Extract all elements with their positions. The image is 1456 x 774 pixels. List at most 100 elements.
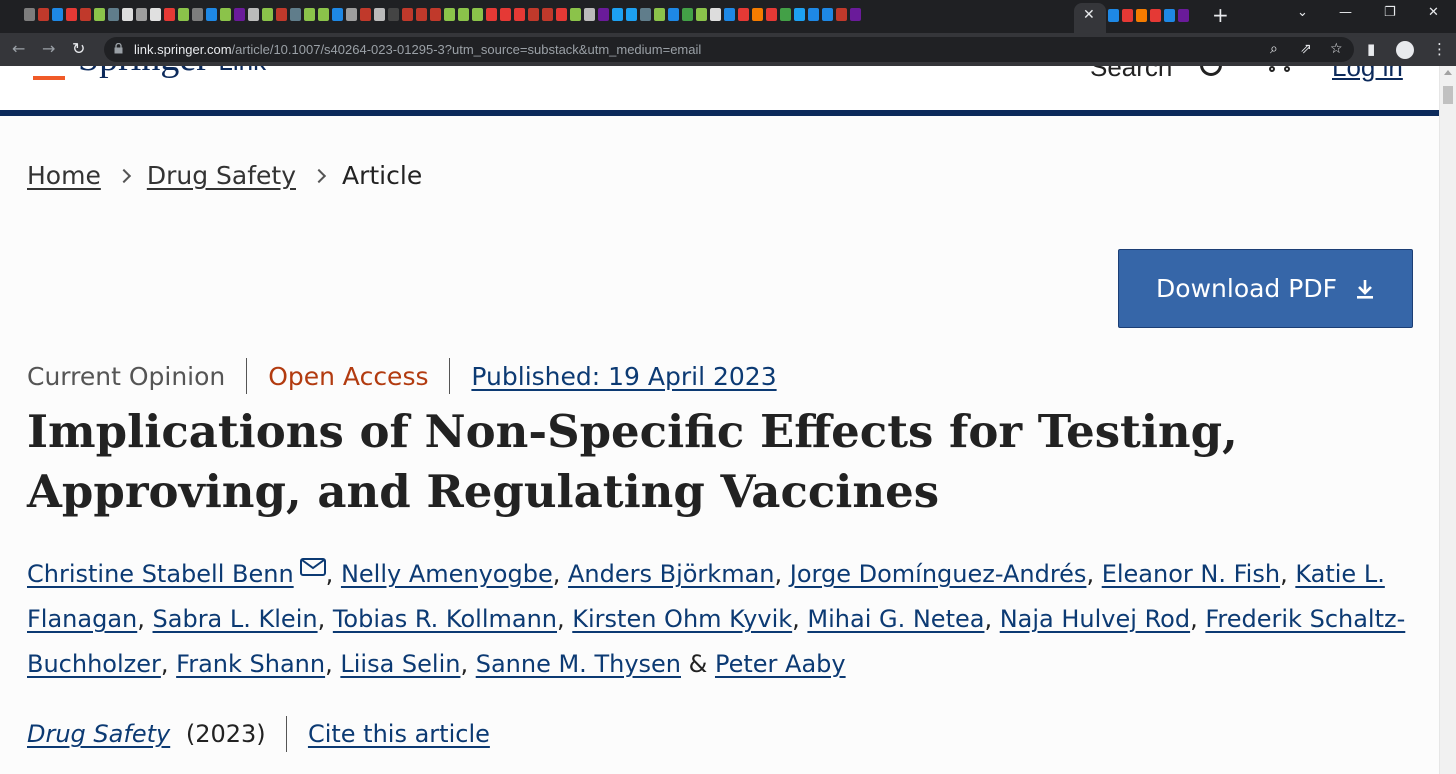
tab-favicon-icon[interactable] (374, 8, 385, 21)
tab-favicon-icon[interactable] (360, 8, 371, 21)
tab-favicon-icon[interactable] (136, 8, 147, 21)
scroll-thumb[interactable] (1443, 86, 1453, 104)
author-link[interactable]: Frank Shann (176, 650, 325, 678)
tab-favicon-icon[interactable] (500, 8, 511, 21)
published-date-link[interactable]: Published: 19 April 2023 (471, 362, 776, 391)
tab-favicon-icon[interactable] (514, 8, 525, 21)
tab-favicon-icon[interactable] (1136, 9, 1147, 22)
login-link[interactable]: Log in (1332, 66, 1403, 83)
tab-favicon-icon[interactable] (80, 8, 91, 21)
tab-favicon-icon[interactable] (24, 8, 35, 21)
tab-favicon-icon[interactable] (1122, 9, 1133, 22)
tab-favicon-icon[interactable] (276, 8, 287, 21)
tab-favicon-icon[interactable] (1164, 9, 1175, 22)
tab-favicon-icon[interactable] (654, 8, 665, 21)
tab-favicon-icon[interactable] (52, 8, 63, 21)
tab-favicon-icon[interactable] (626, 8, 637, 21)
url-text[interactable]: link.springer.com/article/10.1007/s40264… (134, 42, 701, 57)
tab-favicon-icon[interactable] (738, 8, 749, 21)
tab-favicon-icon[interactable] (108, 8, 119, 21)
reload-icon[interactable]: ↻ (72, 39, 85, 58)
tab-favicon-icon[interactable] (192, 8, 203, 21)
tab-favicon-icon[interactable] (318, 8, 329, 21)
author-link[interactable]: Sabra L. Klein (153, 605, 318, 633)
tab-favicon-icon[interactable] (710, 8, 721, 21)
tab-favicon-icon[interactable] (766, 8, 777, 21)
cite-article-link[interactable]: Cite this article (308, 720, 490, 748)
tab-favicon-icon[interactable] (164, 8, 175, 21)
tab-favicon-icon[interactable] (220, 8, 231, 21)
zoom-icon[interactable]: ⌕ (1270, 41, 1278, 57)
tab-favicon-icon[interactable] (836, 8, 847, 21)
tab-favicon-icon[interactable] (486, 8, 497, 21)
author-link[interactable]: Mihai G. Netea (807, 605, 984, 633)
tab-favicon-icon[interactable] (234, 8, 245, 21)
bookmark-star-icon[interactable]: ☆ (1330, 41, 1343, 57)
author-link[interactable]: Sanne M. Thysen (476, 650, 681, 678)
breadcrumb-journal[interactable]: Drug Safety (147, 161, 296, 190)
author-link[interactable]: Anders Björkman (568, 560, 775, 588)
tab-favicon-icon[interactable] (584, 8, 595, 21)
tab-favicon-icon[interactable] (612, 8, 623, 21)
author-link[interactable]: Liisa Selin (340, 650, 460, 678)
tab-favicon-icon[interactable] (682, 8, 693, 21)
share-icon[interactable]: ⇗ (1300, 41, 1312, 57)
tab-favicon-icon[interactable] (724, 8, 735, 21)
tab-favicon-icon[interactable] (304, 8, 315, 21)
tab-favicon-icon[interactable] (640, 8, 651, 21)
minimize-icon[interactable]: — (1339, 5, 1352, 20)
breadcrumb-home[interactable]: Home (27, 161, 101, 190)
profile-avatar[interactable] (1396, 41, 1414, 59)
author-link[interactable]: Christine Stabell Benn (27, 560, 294, 588)
tab-favicon-icon[interactable] (150, 8, 161, 21)
tab-favicon-icon[interactable] (346, 8, 357, 21)
forward-icon[interactable]: → (42, 39, 55, 58)
tab-favicon-icon[interactable] (178, 8, 189, 21)
cart-icon[interactable] (1269, 66, 1275, 72)
author-link[interactable]: Kirsten Ohm Kyvik (572, 605, 792, 633)
tab-favicon-icon[interactable] (402, 8, 413, 21)
tab-favicon-icon[interactable] (206, 8, 217, 21)
tab-favicon-icon[interactable] (598, 8, 609, 21)
author-link[interactable]: Peter Aaby (715, 650, 846, 678)
tab-favicon-icon[interactable] (416, 8, 427, 21)
email-icon[interactable] (299, 558, 326, 576)
header-search-link[interactable]: Search (1090, 66, 1172, 83)
tab-favicon-icon[interactable] (94, 8, 105, 21)
tab-favicon-icon[interactable] (1150, 9, 1161, 22)
new-tab-button[interactable]: + (1212, 3, 1229, 27)
tab-favicon-icon[interactable] (570, 8, 581, 21)
tab-search-icon[interactable]: ⌄ (1297, 5, 1308, 20)
scroll-up-arrow-icon[interactable] (1444, 70, 1452, 75)
tab-favicon-icon[interactable] (122, 8, 133, 21)
tab-favicon-icon[interactable] (458, 8, 469, 21)
tab-favicon-icon[interactable] (332, 8, 343, 21)
tab-favicon-icon[interactable] (822, 8, 833, 21)
tab-favicon-icon[interactable] (542, 8, 553, 21)
tab-favicon-icon[interactable] (290, 8, 301, 21)
hamburger-menu-icon[interactable] (33, 76, 65, 80)
tab-favicon-icon[interactable] (444, 8, 455, 21)
tab-favicon-icon[interactable] (528, 8, 539, 21)
tab-close-icon[interactable]: ✕ (1083, 7, 1095, 23)
tab-favicon-icon[interactable] (780, 8, 791, 21)
tab-favicon-icon[interactable] (850, 8, 861, 21)
author-link[interactable]: Jorge Domínguez-Andrés (790, 560, 1087, 588)
tab-favicon-icon[interactable] (668, 8, 679, 21)
tab-favicon-icon[interactable] (1108, 9, 1119, 22)
tab-favicon-icon[interactable] (248, 8, 259, 21)
side-panel-icon[interactable]: ▮ (1367, 40, 1375, 58)
author-link[interactable]: Eleanor N. Fish (1102, 560, 1280, 588)
back-icon[interactable]: ← (12, 39, 25, 58)
author-link[interactable]: Nelly Amenyogbe (341, 560, 553, 588)
tab-favicons[interactable] (24, 8, 1074, 26)
search-icon[interactable] (1200, 66, 1222, 76)
journal-link[interactable]: Drug Safety (27, 720, 170, 748)
active-tab[interactable]: ✕ (1074, 3, 1106, 33)
page-scrollbar[interactable] (1439, 66, 1456, 774)
tab-favicon-icon[interactable] (66, 8, 77, 21)
tab-favicon-icon[interactable] (752, 8, 763, 21)
tab-favicon-icon[interactable] (556, 8, 567, 21)
tab-favicon-icon[interactable] (472, 8, 483, 21)
author-link[interactable]: Tobias R. Kollmann (333, 605, 557, 633)
